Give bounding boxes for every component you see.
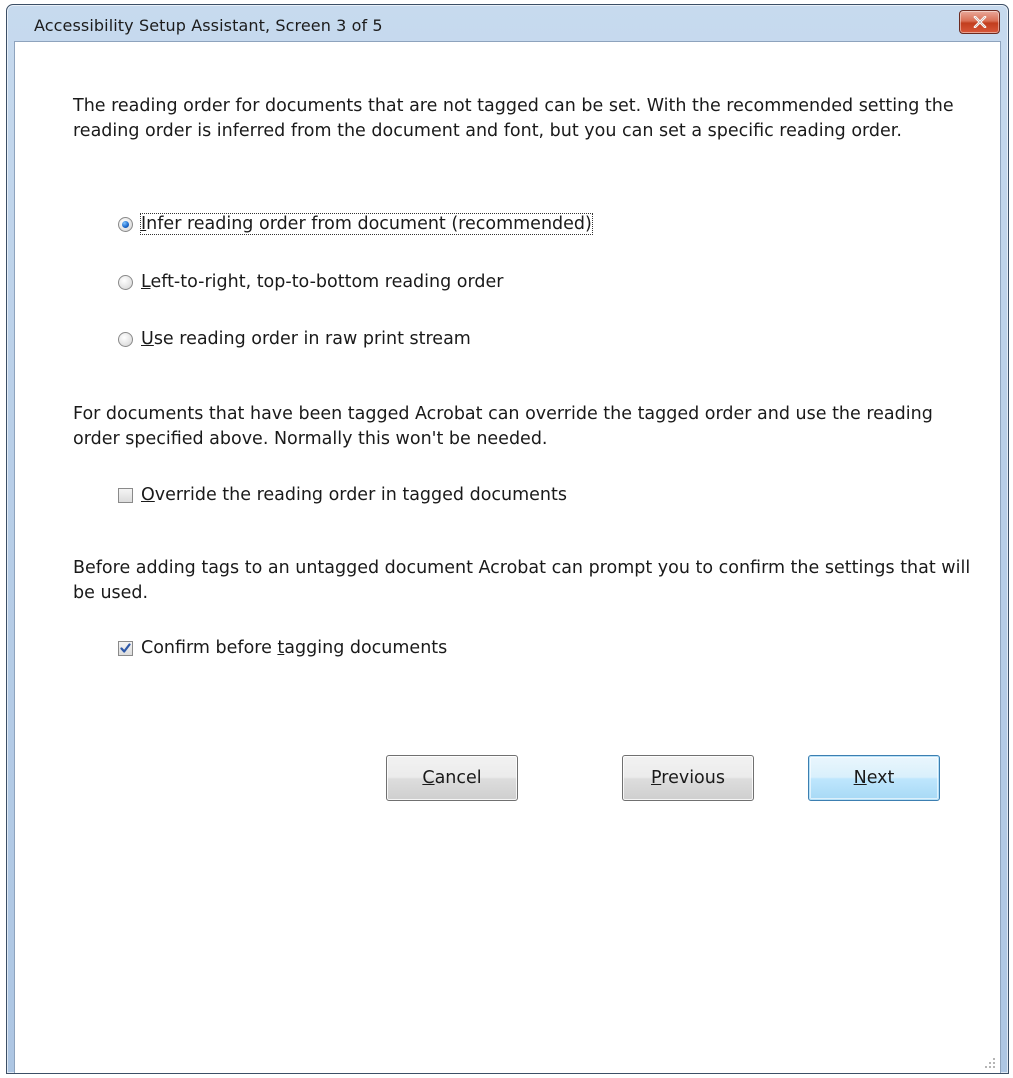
- radio-dot-icon: [122, 220, 129, 228]
- resize-grip-icon[interactable]: [984, 1057, 996, 1069]
- previous-button[interactable]: Previous: [622, 755, 754, 801]
- checkbox-override-reading-order[interactable]: Override the reading order in tagged doc…: [118, 485, 567, 505]
- checkbox-unchecked[interactable]: [118, 487, 133, 503]
- radio-infer-reading-order[interactable]: Infer reading order from document (recom…: [118, 213, 593, 235]
- radio-button[interactable]: [118, 274, 133, 290]
- reading-order-description: The reading order for documents that are…: [73, 96, 954, 141]
- checkbox-checked[interactable]: [118, 640, 133, 656]
- dialog-body: The reading order for documents that are…: [14, 41, 1001, 1073]
- close-icon: [973, 16, 986, 28]
- cancel-button[interactable]: Cancel: [386, 755, 518, 801]
- checkbox-label-override: Override the reading order in tagged doc…: [141, 485, 567, 505]
- radio-button[interactable]: [118, 331, 133, 347]
- checkbox-confirm-before-tagging[interactable]: Confirm before tagging documents: [118, 638, 447, 658]
- previous-button-label: Previous: [651, 768, 725, 788]
- close-button[interactable]: [959, 10, 1000, 34]
- checkmark-icon: [120, 642, 131, 653]
- next-button-label: Next: [853, 768, 895, 788]
- confirm-tagging-description: Before adding tags to an untagged docume…: [73, 558, 971, 603]
- radio-button-selected[interactable]: [118, 216, 133, 232]
- radio-left-to-right-reading-order[interactable]: Left-to-right, top-to-bottom reading ord…: [118, 272, 503, 292]
- radio-raw-print-stream[interactable]: Use reading order in raw print stream: [118, 329, 471, 349]
- title-bar[interactable]: Accessibility Setup Assistant, Screen 3 …: [7, 5, 1008, 41]
- next-button[interactable]: Next: [808, 755, 940, 801]
- radio-label-infer: Infer reading order from document (recom…: [140, 213, 593, 235]
- window-title: Accessibility Setup Assistant, Screen 3 …: [34, 16, 383, 35]
- radio-label-raw-print-stream: Use reading order in raw print stream: [141, 329, 471, 349]
- radio-label-left-to-right: Left-to-right, top-to-bottom reading ord…: [141, 272, 504, 292]
- dialog-window: Accessibility Setup Assistant, Screen 3 …: [6, 4, 1009, 1074]
- checkbox-label-confirm: Confirm before tagging documents: [141, 638, 448, 658]
- cancel-button-label: Cancel: [422, 768, 482, 788]
- tagged-override-description: For documents that have been tagged Acro…: [73, 404, 933, 449]
